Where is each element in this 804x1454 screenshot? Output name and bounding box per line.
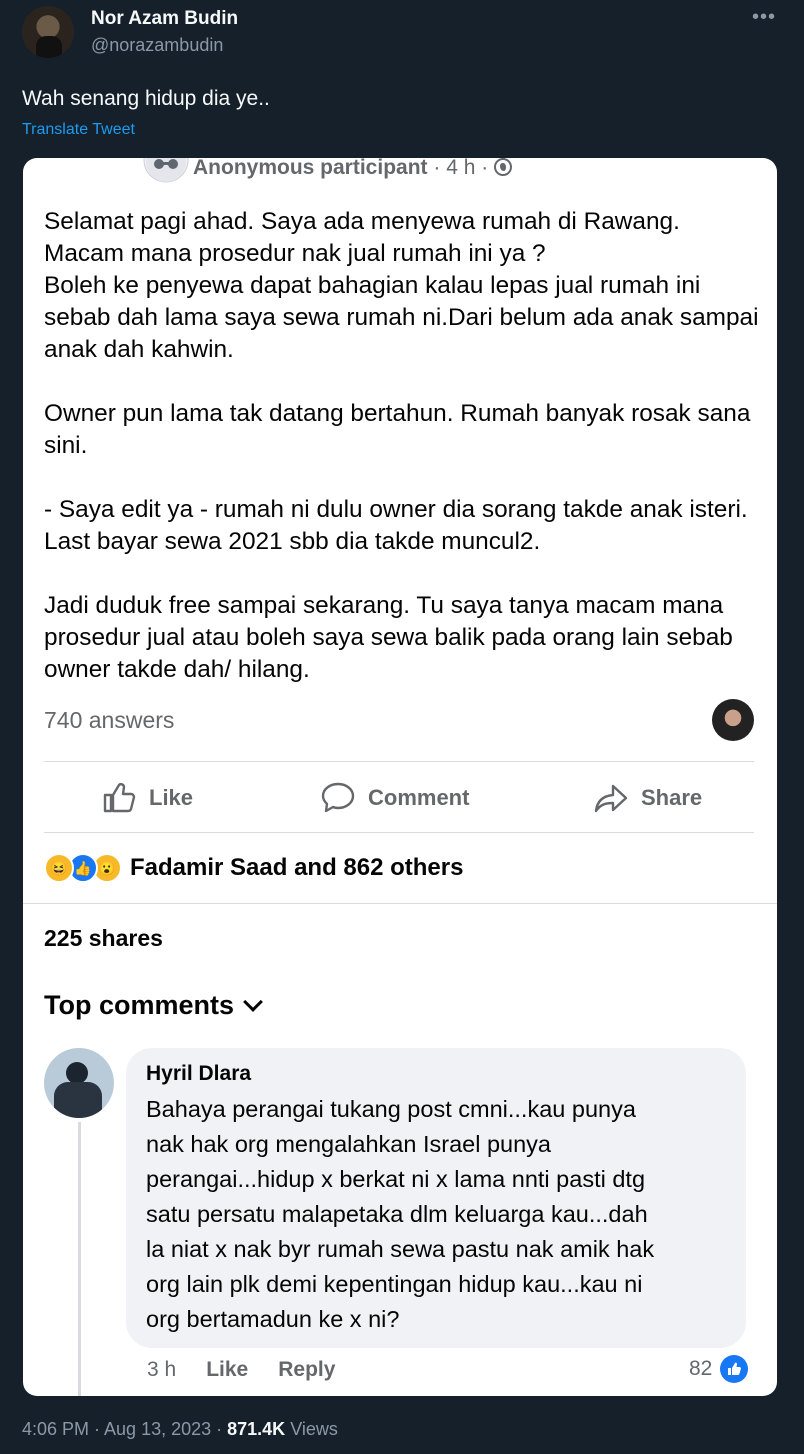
comment-likes[interactable]: 82 <box>689 1355 749 1383</box>
commenter-avatar[interactable] <box>44 1048 114 1118</box>
chevron-down-icon <box>243 991 263 1012</box>
thread-line <box>78 1122 81 1396</box>
tweet-author-avatar[interactable] <box>22 6 74 58</box>
tweet-footer: 4:06 PM · Aug 13, 2023 · 871.4K Views <box>22 1419 338 1440</box>
translate-tweet-link[interactable]: Translate Tweet <box>22 121 135 139</box>
tweet-author-handle[interactable]: @norazambudin <box>91 35 223 56</box>
like-button[interactable]: Like <box>101 780 193 816</box>
comment-button[interactable]: Comment <box>320 780 469 816</box>
divider <box>44 832 754 833</box>
divider <box>23 903 777 904</box>
post-paragraph: - Saya edit ya - rumah ni dulu owner dia… <box>44 496 748 555</box>
post-time[interactable]: · 4 h · <box>428 158 495 179</box>
post-paragraph: Selamat pagi ahad. Saya ada menyewa ruma… <box>44 208 759 363</box>
globe-icon <box>494 158 513 176</box>
tweet-author-name[interactable]: Nor Azam Budin <box>91 8 238 30</box>
divider <box>44 761 754 762</box>
comment-time[interactable]: 3 h <box>147 1358 176 1382</box>
comment-icon <box>321 782 355 813</box>
top-comments-dropdown[interactable]: Top comments <box>44 990 263 1021</box>
comment-label: Comment <box>368 785 470 810</box>
like-badge-icon <box>720 1355 749 1383</box>
views-label: Views <box>285 1419 338 1439</box>
comment-meta: 3 h Like Reply <box>147 1358 335 1382</box>
comment-reply-button[interactable]: Reply <box>278 1358 335 1382</box>
comment-bubble: Hyril Dlara Bahaya perangai tukang post … <box>126 1048 746 1348</box>
facebook-post-screenshot: Anonymous participant · 4 h · Selamat pa… <box>23 158 777 1396</box>
shares-count[interactable]: 225 shares <box>44 925 163 952</box>
post-paragraph: Owner pun lama tak datang bertahun. Ruma… <box>44 400 751 459</box>
comment-text: Bahaya perangai tukang post cmni...kau p… <box>146 1096 655 1332</box>
more-horizontal-icon[interactable]: ••• <box>752 6 776 29</box>
post-body: Selamat pagi ahad. Saya ada menyewa ruma… <box>44 206 764 686</box>
share-button[interactable]: Share <box>593 780 702 816</box>
reactions-row[interactable]: 😆 👍 😮 Fadamir Saad and 862 others <box>44 852 463 884</box>
share-label: Share <box>641 785 703 810</box>
post-meta: Anonymous participant · 4 h · <box>193 158 513 180</box>
top-comments-label: Top comments <box>44 990 235 1020</box>
thumbs-up-icon <box>103 782 136 813</box>
tweet-timestamp[interactable]: 4:06 PM · Aug 13, 2023 · <box>22 1419 227 1439</box>
post-paragraph: Jadi duduk free sampai sekarang. Tu saya… <box>44 592 733 683</box>
answer-avatar[interactable] <box>712 699 754 741</box>
like-label: Like <box>149 785 194 810</box>
post-author[interactable]: Anonymous participant <box>193 158 428 179</box>
comment-likes-count: 82 <box>689 1357 713 1380</box>
haha-reaction-icon: 😆 <box>44 853 74 883</box>
reactions-summary: Fadamir Saad and 862 others <box>130 854 464 881</box>
views-count: 871.4K <box>227 1419 286 1439</box>
commenter-name[interactable]: Hyril Dlara <box>146 1062 726 1086</box>
share-arrow-icon <box>594 784 628 813</box>
comment-like-button[interactable]: Like <box>206 1358 248 1382</box>
tweet-text: Wah senang hidup dia ye.. <box>22 87 270 110</box>
answers-count[interactable]: 740 answers <box>44 707 174 734</box>
